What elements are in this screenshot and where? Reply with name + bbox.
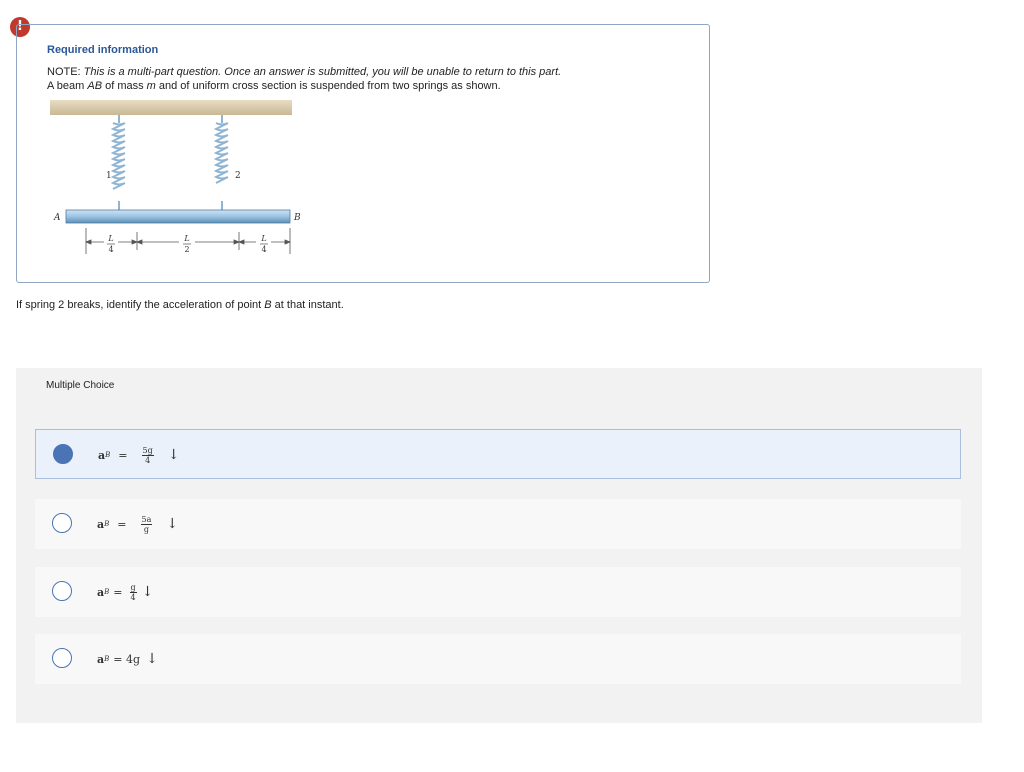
svg-text:L: L — [183, 234, 189, 243]
choice-option-4[interactable]: aB = 4g ↓ — [35, 634, 961, 684]
choice-formula: aB = 5g 4 ↓ — [98, 445, 180, 465]
choice-formula: aB = 4g ↓ — [97, 651, 158, 667]
radio-button-icon[interactable] — [52, 581, 72, 601]
choice-option-2[interactable]: aB = 5a g ↓ — [35, 499, 961, 549]
multiple-choice-panel: Multiple Choice aB = 5g 4 ↓ aB = 5a g ↓ aB… — [16, 368, 982, 723]
choice-option-1[interactable]: aB = 5g 4 ↓ — [35, 429, 961, 479]
choice-formula: aB = g4 ↓ — [97, 582, 154, 602]
svg-text:L: L — [107, 234, 113, 243]
down-arrow-icon: ↓ — [146, 651, 158, 667]
radio-button-selected-icon[interactable] — [53, 444, 73, 464]
spring-1-label: 1 — [106, 171, 112, 181]
beam — [65, 209, 291, 224]
down-arrow-icon: ↓ — [166, 516, 179, 532]
question-text: If spring 2 breaks, identify the acceler… — [16, 299, 344, 311]
ceiling — [50, 100, 292, 115]
choice-option-3[interactable]: aB = g4 ↓ — [35, 567, 961, 617]
radio-button-icon[interactable] — [52, 513, 72, 533]
fraction: 5a g — [140, 514, 153, 534]
point-a-label: A — [53, 213, 61, 223]
svg-text:2: 2 — [184, 245, 189, 254]
beam-springs-figure: 1 2 A B L 4 L 2 L 4 — [50, 100, 301, 254]
choice-formula: aB = 5a g ↓ — [97, 514, 179, 534]
problem-description: A beam AB of mass m and of uniform cross… — [47, 80, 501, 92]
point-b-label: B — [293, 213, 301, 223]
required-information-title: Required information — [47, 44, 159, 56]
svg-text:4: 4 — [108, 245, 113, 254]
svg-text:L: L — [260, 234, 266, 243]
note-text: NOTE: This is a multi-part question. Onc… — [47, 66, 562, 78]
down-arrow-icon: ↓ — [141, 584, 154, 600]
radio-button-icon[interactable] — [52, 648, 72, 668]
spring-1 — [110, 115, 126, 210]
required-information-panel: Required information NOTE: This is a mul… — [16, 24, 710, 283]
down-arrow-icon: ↓ — [167, 447, 180, 463]
spring-2-label: 2 — [235, 171, 241, 181]
fraction: 5g 4 — [141, 445, 154, 465]
fraction: g4 — [129, 582, 137, 602]
multiple-choice-label: Multiple Choice — [46, 380, 115, 391]
spring-2 — [213, 115, 229, 210]
svg-text:4: 4 — [261, 245, 266, 254]
